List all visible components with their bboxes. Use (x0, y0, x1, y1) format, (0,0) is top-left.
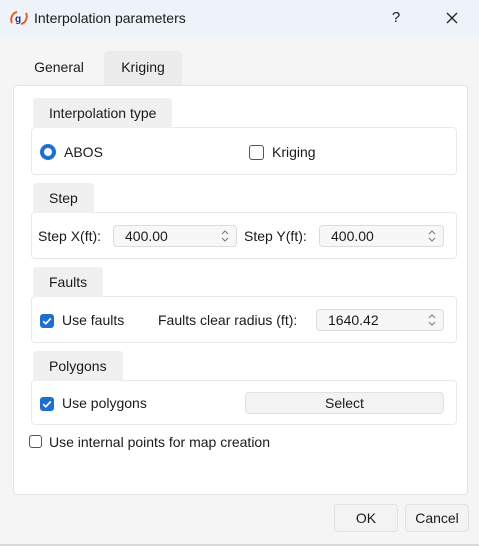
faults-title: Faults (33, 267, 104, 297)
step-x-label: Step X(ft): (38, 228, 102, 244)
title-bar: g Interpolation parameters ? (0, 0, 479, 37)
kriging-panel: Interpolation type ABOS Kriging Step Ste… (13, 85, 468, 495)
step-x-spinbox[interactable]: 400.00 (113, 225, 237, 247)
step-y-spinbox[interactable]: 400.00 (319, 225, 444, 247)
checkmark-icon (42, 317, 52, 325)
select-polygons-button[interactable]: Select (245, 392, 444, 414)
ok-button[interactable]: OK (334, 504, 398, 532)
tab-general[interactable]: General (21, 51, 97, 85)
step-title: Step (33, 183, 94, 213)
cancel-button[interactable]: Cancel (405, 504, 469, 532)
use-polygons-label[interactable]: Use polygons (62, 394, 147, 412)
spin-arrows-icon[interactable] (221, 229, 229, 243)
use-faults-label[interactable]: Use faults (62, 311, 124, 329)
internal-points-label[interactable]: Use internal points for map creation (49, 433, 270, 451)
step-y-value: 400.00 (331, 228, 374, 244)
kriging-checkbox-label[interactable]: Kriging (272, 143, 316, 161)
interpolation-type-title: Interpolation type (33, 98, 173, 128)
help-button[interactable]: ? (385, 6, 407, 30)
faults-radius-spinbox[interactable]: 1640.42 (316, 309, 444, 331)
use-faults-checkbox[interactable] (40, 314, 54, 328)
close-icon (446, 12, 458, 24)
spin-arrows-icon[interactable] (428, 313, 436, 327)
internal-points-checkbox[interactable] (29, 435, 42, 448)
dialog-client: General Kriging Interpolation type ABOS … (0, 37, 479, 546)
kriging-checkbox[interactable] (249, 145, 264, 160)
faults-radius-value: 1640.42 (328, 312, 379, 328)
abos-radio-label[interactable]: ABOS (64, 143, 103, 161)
g9-logo-icon: g (10, 11, 28, 25)
close-button[interactable] (438, 4, 466, 32)
svg-text:g: g (15, 14, 21, 25)
abos-radio[interactable] (40, 144, 56, 160)
polygons-title: Polygons (33, 351, 123, 381)
step-y-label: Step Y(ft): (244, 228, 307, 244)
spin-arrows-icon[interactable] (428, 229, 436, 243)
window-title: Interpolation parameters (34, 10, 186, 26)
use-polygons-checkbox[interactable] (40, 397, 54, 411)
faults-radius-label: Faults clear radius (ft): (158, 312, 298, 328)
step-x-value: 400.00 (125, 228, 168, 244)
checkmark-icon (42, 400, 52, 408)
tab-kriging[interactable]: Kriging (104, 51, 182, 85)
